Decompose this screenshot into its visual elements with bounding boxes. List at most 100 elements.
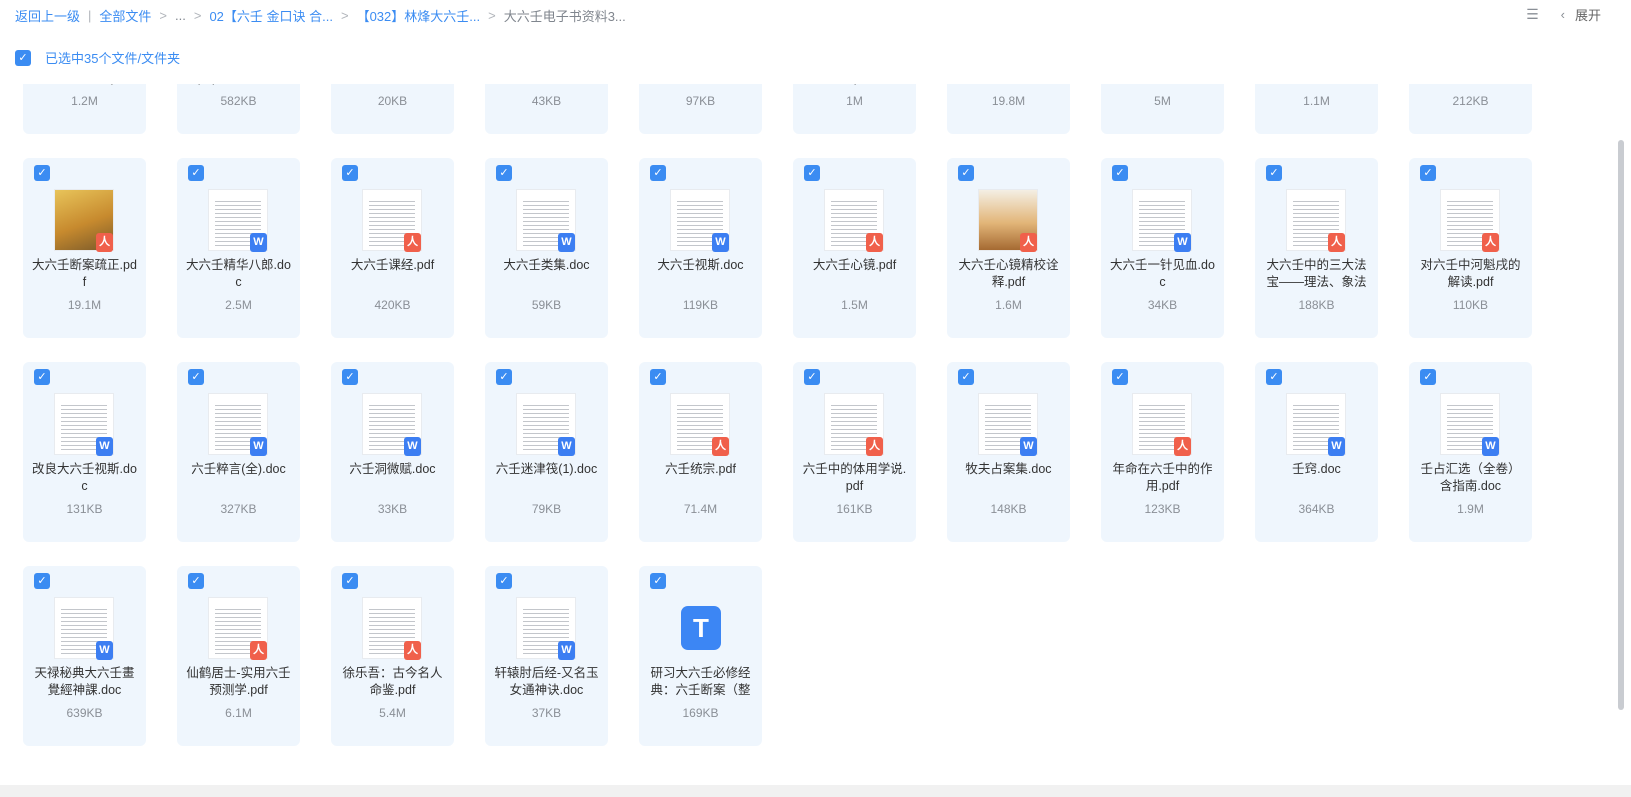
file-checkbox[interactable]: ✓ xyxy=(1420,165,1436,181)
file-card[interactable]: ✓W《大六壬详解》部分错误更正.doc20KB xyxy=(331,84,454,134)
file-checkbox[interactable]: ✓ xyxy=(188,573,204,589)
file-checkbox[interactable]: ✓ xyxy=(34,573,50,589)
pdf-badge-icon: 人 xyxy=(1482,233,1499,252)
file-card[interactable]: ✓ 人徐乐吾：古今名人命鉴.pdf 5.4M xyxy=(331,566,454,746)
file-size: 59KB xyxy=(531,298,562,312)
file-name: 大六壬类集.doc xyxy=(503,258,590,272)
file-card[interactable]: ✓ 人六壬中的体用学说.pdf 161KB xyxy=(793,362,916,542)
file-checkbox[interactable]: ✓ xyxy=(650,573,666,589)
file-card[interactable]: ✓ 人大六壬中的三大法宝——理法、象法 188KB xyxy=(1255,158,1378,338)
file-card[interactable]: ✓ W 轩辕肘后经-又名玉女通神诀.doc 37KB xyxy=(485,566,608,746)
file-card[interactable]: ✓ 人大六壬心镜.pdf 1.5M xyxy=(793,158,916,338)
file-size: 639KB xyxy=(66,706,103,720)
breadcrumb-separator: > xyxy=(193,8,202,23)
file-name: 天禄秘典大六壬畫覺經神課.doc xyxy=(34,666,135,697)
vertical-scrollbar[interactable] xyxy=(1618,140,1624,710)
file-size: 1.6M xyxy=(995,298,1022,312)
file-checkbox[interactable]: ✓ xyxy=(1266,165,1282,181)
file-card[interactable]: ✓ W 六壬粹言(全).doc 327KB xyxy=(177,362,300,542)
file-card[interactable]: ✓人《六壬指迷》加强版.pdf1M xyxy=(793,84,916,134)
file-card[interactable]: ✓ W 大六壬类集.doc 59KB xyxy=(485,158,608,338)
file-card[interactable]: ✓ 人六壬统宗.pdf 71.4M xyxy=(639,362,762,542)
file-card[interactable]: ✓ 人仙鹤居士-实用六壬预测学.pdf 6.1M xyxy=(177,566,300,746)
file-checkbox[interactable]: ✓ xyxy=(1112,369,1128,385)
list-view-icon[interactable]: ☰ xyxy=(1526,6,1539,23)
file-card[interactable]: ✓ W 壬占汇选（全卷）含指南.doc 1.9M xyxy=(1409,362,1532,542)
file-checkbox[interactable]: ✓ xyxy=(188,165,204,181)
file-size: 71.4M xyxy=(683,502,718,516)
file-card[interactable]: ✓ 人大六壬心镜精校诠释.pdf 1.6M xyxy=(947,158,1070,338)
file-size: 97KB xyxy=(685,94,716,108)
breadcrumb-crumb1[interactable]: 02【六壬 金口诀 合... xyxy=(209,6,333,25)
file-card[interactable]: ✓ W 大六壬视斯.doc 119KB xyxy=(639,158,762,338)
file-card[interactable]: ✓人八六居士-大六壬推命学（大佼藏19.8M xyxy=(947,84,1070,134)
file-checkbox[interactable]: ✓ xyxy=(342,369,358,385)
file-checkbox[interactable]: ✓ xyxy=(496,165,512,181)
file-card[interactable]: ✓ 人大六壬课经.pdf 420KB xyxy=(331,158,454,338)
chevron-left-icon[interactable]: ‹ xyxy=(1561,7,1565,22)
file-card[interactable]: ✓人大六壬必背内容.pdf212KB xyxy=(1409,84,1532,134)
file-size: 148KB xyxy=(990,502,1027,516)
file-card[interactable]: ✓ W 六壬迷津筏(1).doc 79KB xyxy=(485,362,608,542)
file-checkbox[interactable]: ✓ xyxy=(1420,369,1436,385)
file-card[interactable]: ✓ W 六壬洞微赋.doc 33KB xyxy=(331,362,454,542)
file-card[interactable]: ✓ W 壬窍.doc 364KB xyxy=(1255,362,1378,542)
file-card[interactable]: ✓ W 大六壬一针见血.doc 34KB xyxy=(1101,158,1224,338)
file-name: 大六壬课经.pdf xyxy=(350,258,435,272)
file-checkbox[interactable]: ✓ xyxy=(34,165,50,181)
file-card[interactable]: ✓ T 研习大六壬必修经典：六壬断案（整 169KB xyxy=(639,566,762,746)
file-checkbox[interactable]: ✓ xyxy=(34,369,50,385)
pdf-badge-icon: 人 xyxy=(1174,437,1191,456)
file-card[interactable]: ✓W《六壬存验》- 吴师青.doc97KB xyxy=(639,84,762,134)
file-size: 123KB xyxy=(1144,502,1181,516)
doc-badge-icon: W xyxy=(558,641,575,660)
doc-badge-icon: W xyxy=(1328,437,1345,456)
file-checkbox[interactable]: ✓ xyxy=(496,369,512,385)
breadcrumb-all-files[interactable]: 全部文件 xyxy=(99,6,151,25)
file-checkbox[interactable]: ✓ xyxy=(958,369,974,385)
file-card[interactable]: ✓ W 改良大六壬视斯.doc 131KB xyxy=(23,362,146,542)
file-checkbox[interactable]: ✓ xyxy=(958,165,974,181)
breadcrumb-crumb2[interactable]: 【032】林烽大六壬... xyxy=(357,6,481,25)
file-checkbox[interactable]: ✓ xyxy=(496,573,512,589)
expand-button[interactable]: 展开 xyxy=(1575,5,1601,24)
file-card[interactable]: ✓人《大六壬理法易简》北海闲人著.pd1.2M xyxy=(23,84,146,134)
file-checkbox[interactable]: ✓ xyxy=(342,573,358,589)
file-checkbox[interactable]: ✓ xyxy=(1266,369,1282,385)
file-checkbox[interactable]: ✓ xyxy=(804,369,820,385)
file-size: 1.1M xyxy=(1303,94,1330,108)
file-card[interactable]: ✓W《大六壬寻原》命法.doc43KB xyxy=(485,84,608,134)
file-card[interactable]: ✓W《大六壬秘本》(清)金正音 .doc582KB xyxy=(177,84,300,134)
file-card[interactable]: ✓ W 大六壬精华八郎.doc 2.5M xyxy=(177,158,300,338)
file-size: 43KB xyxy=(531,94,562,108)
doc-badge-icon: W xyxy=(96,437,113,456)
file-checkbox[interactable]: ✓ xyxy=(650,369,666,385)
file-checkbox[interactable]: ✓ xyxy=(804,165,820,181)
file-card[interactable]: ✓ W 天禄秘典大六壬畫覺經神課.doc 639KB xyxy=(23,566,146,746)
file-name: 对六壬中河魁戌的解读.pdf xyxy=(1420,258,1521,289)
file-name: 牧夫占案集.doc xyxy=(965,462,1052,476)
file-checkbox[interactable]: ✓ xyxy=(342,165,358,181)
file-card[interactable]: ✓ 人年命在六壬中的作用.pdf 123KB xyxy=(1101,362,1224,542)
file-card[interactable]: ✓ W 牧夫占案集.doc 148KB xyxy=(947,362,1070,542)
doc-badge-icon: W xyxy=(558,437,575,456)
doc-badge-icon: W xyxy=(1020,437,1037,456)
horizontal-scrollbar[interactable] xyxy=(0,785,1631,797)
file-card[interactable]: ✓ 人大六壬断案疏正.pdf 19.1M xyxy=(23,158,146,338)
file-checkbox[interactable]: ✓ xyxy=(1112,165,1128,181)
file-size: 169KB xyxy=(682,706,719,720)
file-size: 1M xyxy=(846,94,863,108)
file-card[interactable]: ✓W陈剑-大六壬教材1.doc5M xyxy=(1101,84,1224,134)
file-checkbox[interactable]: ✓ xyxy=(188,369,204,385)
breadcrumb: 返回上一级 | 全部文件 > ... > 02【六壬 金口诀 合... > 【0… xyxy=(15,6,626,25)
file-size: 20KB xyxy=(377,94,408,108)
file-checkbox[interactable]: ✓ xyxy=(650,165,666,181)
file-grid-viewport: ✓ 人 《大六壬理法易简》北海闲人著.pd 1.2M ✓ W 《大六壬秘本》(清)金正音 .… xyxy=(0,84,1612,797)
file-card[interactable]: ✓人陈剑-六壬粹言.pdf1.1M xyxy=(1255,84,1378,134)
file-name: 六壬迷津筏(1).doc xyxy=(495,462,598,476)
file-card[interactable]: ✓ 人对六壬中河魁戌的解读.pdf 110KB xyxy=(1409,158,1532,338)
doc-badge-icon: W xyxy=(712,233,729,252)
select-all-checkbox[interactable]: ✓ xyxy=(15,49,31,66)
breadcrumb-ellipsis[interactable]: ... xyxy=(175,8,186,23)
back-link[interactable]: 返回上一级 xyxy=(15,6,80,25)
